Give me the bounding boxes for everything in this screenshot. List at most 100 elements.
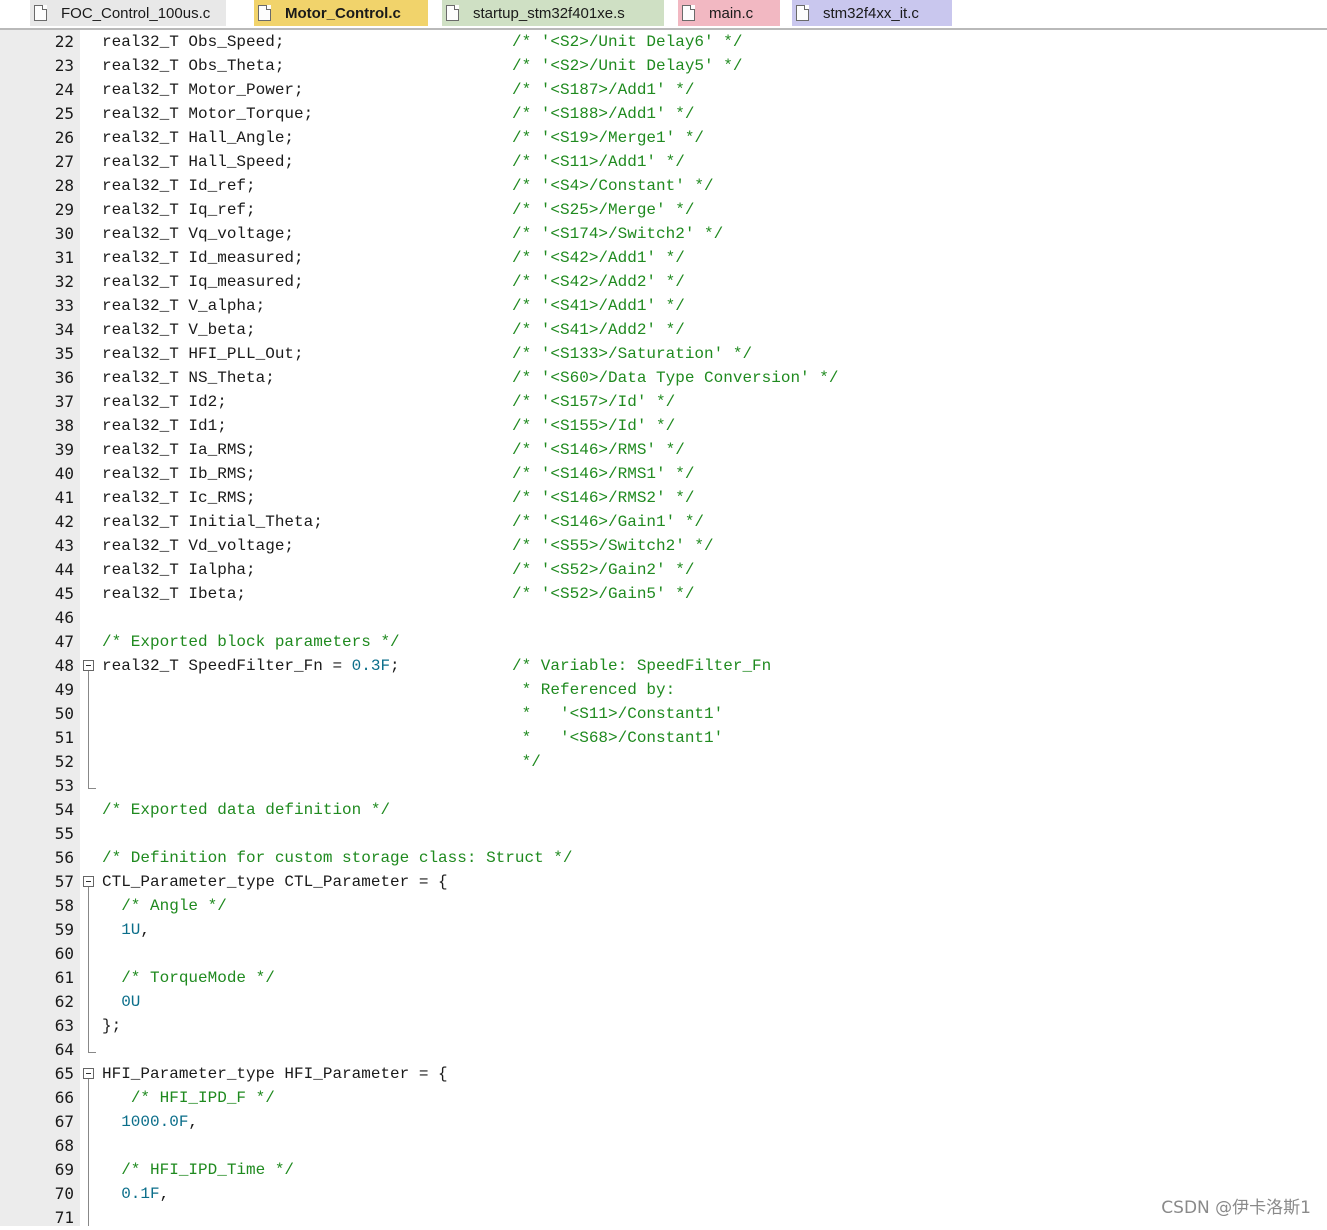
code-line[interactable]: 39 real32_T Ia_RMS; /* '<S146>/RMS' */ — [0, 438, 1327, 462]
code-line[interactable]: 70 0.1F, — [0, 1182, 1327, 1206]
code-line[interactable]: 42 real32_T Initial_Theta; /* '<S146>/Gain… — [0, 510, 1327, 534]
code-token: real32_T Vd_voltage; — [102, 537, 295, 555]
code-line[interactable]: 31 real32_T Id_measured; /* '<S42>/Add1' *… — [0, 246, 1327, 270]
line-number: 38 — [54, 416, 74, 435]
fold-line — [88, 1079, 89, 1226]
code-line[interactable]: 28 real32_T Id_ref; /* '<S4>/Constant' */ — [0, 174, 1327, 198]
code-line[interactable]: 33 real32_T V_alpha; /* '<S41>/Add1' */ — [0, 294, 1327, 318]
code-line[interactable]: 55 — [0, 822, 1327, 846]
code-line[interactable]: 38 real32_T Id1; /* '<S155>/Id' */ — [0, 414, 1327, 438]
inline-comment: /* Definition for custom storage class: … — [102, 849, 573, 867]
code-line[interactable]: 52 */ — [0, 750, 1327, 774]
code-line[interactable]: 61 /* TorqueMode */ — [0, 966, 1327, 990]
code-line[interactable]: 66 /* HFI_IPD_F */ — [0, 1086, 1327, 1110]
tab-main[interactable]: main.c — [678, 0, 780, 26]
inline-comment: /* HFI_IPD_Time */ — [121, 1161, 295, 1179]
code-token: real32_T Obs_Speed; — [102, 33, 285, 51]
code-line[interactable]: 54 /* Exported data definition */ — [0, 798, 1327, 822]
code-text: real32_T Id_measured; — [102, 246, 304, 270]
code-line[interactable]: 67 1000.0F, — [0, 1110, 1327, 1134]
code-token: real32_T Id_measured; — [102, 249, 304, 267]
code-text: real32_T V_beta; — [102, 318, 256, 342]
code-text: real32_T Initial_Theta; — [102, 510, 323, 534]
trailing-comment: * '<S11>/Constant1' — [512, 705, 724, 723]
code-token: real32_T Iq_ref; — [102, 201, 256, 219]
line-number: 39 — [54, 440, 74, 459]
code-text: real32_T Obs_Theta; — [102, 54, 284, 78]
code-line[interactable]: 40 real32_T Ib_RMS; /* '<S146>/RMS1' */ — [0, 462, 1327, 486]
code-line[interactable]: 35 real32_T HFI_PLL_Out; /* '<S133>/Satura… — [0, 342, 1327, 366]
code-line[interactable]: 26 real32_T Hall_Angle; /* '<S19>/Merge1' … — [0, 126, 1327, 150]
fold-collapse-icon[interactable] — [83, 660, 94, 671]
trailing-comment: /* '<S42>/Add2' */ — [512, 273, 685, 291]
code-token: }; — [102, 1017, 122, 1035]
code-line[interactable]: 71 — [0, 1206, 1327, 1230]
tab-motor-control[interactable]: Motor_Control.c — [254, 0, 428, 26]
code-token: real32_T Motor_Torque; — [102, 105, 314, 123]
trailing-comment: /* '<S155>/Id' */ — [512, 417, 676, 435]
code-text: /* HFI_IPD_F */ — [102, 1086, 275, 1110]
trailing-comment: /* '<S52>/Gain2' */ — [512, 561, 695, 579]
code-token: real32_T Initial_Theta; — [102, 513, 323, 531]
code-line[interactable]: 69 /* HFI_IPD_Time */ — [0, 1158, 1327, 1182]
code-line[interactable]: 58 /* Angle */ — [0, 894, 1327, 918]
file-icon — [796, 5, 809, 21]
code-line[interactable]: 44 real32_T Ialpha; /* '<S52>/Gain2' */ — [0, 558, 1327, 582]
line-number: 44 — [54, 560, 74, 579]
code-line[interactable]: 63}; — [0, 1014, 1327, 1038]
code-line[interactable]: 49 * Referenced by: — [0, 678, 1327, 702]
code-line[interactable]: 34 real32_T V_beta; /* '<S41>/Add2' */ — [0, 318, 1327, 342]
code-line[interactable]: 47 /* Exported block parameters */ — [0, 630, 1327, 654]
code-text: real32_T HFI_PLL_Out; — [102, 342, 304, 366]
code-line[interactable]: 24 real32_T Motor_Power; /* '<S187>/Add1' … — [0, 78, 1327, 102]
code-line[interactable]: 36 real32_T NS_Theta; /* '<S60>/Data Type … — [0, 366, 1327, 390]
code-line[interactable]: 43 real32_T Vd_voltage; /* '<S55>/Switch2'… — [0, 534, 1327, 558]
tab-stm32f4xx-it[interactable]: stm32f4xx_it.c — [792, 0, 952, 26]
code-line[interactable]: 48 real32_T SpeedFilter_Fn = 0.3F; /* Vari… — [0, 654, 1327, 678]
code-line[interactable]: 64 — [0, 1038, 1327, 1062]
code-line[interactable]: 60 — [0, 942, 1327, 966]
line-number: 50 — [54, 704, 74, 723]
code-line[interactable]: 59 1U, — [0, 918, 1327, 942]
fold-collapse-icon[interactable] — [83, 1068, 94, 1079]
code-token: real32_T Ialpha; — [102, 561, 256, 579]
line-number: 49 — [54, 680, 74, 699]
code-line[interactable]: 51 * '<S68>/Constant1' — [0, 726, 1327, 750]
code-line[interactable]: 22 real32_T Obs_Speed; /* '<S2>/Unit Delay… — [0, 30, 1327, 54]
line-number: 22 — [54, 32, 74, 51]
code-line[interactable]: 27 real32_T Hall_Speed; /* '<S11>/Add1' */ — [0, 150, 1327, 174]
code-line[interactable]: 23 real32_T Obs_Theta; /* '<S2>/Unit Delay… — [0, 54, 1327, 78]
code-line[interactable]: 45 real32_T Ibeta; /* '<S52>/Gain5' */ — [0, 582, 1327, 606]
code-editor[interactable]: 22 real32_T Obs_Speed; /* '<S2>/Unit Delay… — [0, 30, 1327, 1227]
fold-collapse-icon[interactable] — [83, 876, 94, 887]
code-line[interactable]: 68 — [0, 1134, 1327, 1158]
tab-foc-control[interactable]: FOC_Control_100us.c — [30, 0, 226, 26]
code-line[interactable]: 30 real32_T Vq_voltage; /* '<S174>/Switch2… — [0, 222, 1327, 246]
trailing-comment: /* '<S19>/Merge1' */ — [512, 129, 705, 147]
code-line[interactable]: 29 real32_T Iq_ref; /* '<S25>/Merge' */ — [0, 198, 1327, 222]
code-line[interactable]: 37 real32_T Id2; /* '<S157>/Id' */ — [0, 390, 1327, 414]
line-number: 71 — [54, 1208, 74, 1227]
line-number: 56 — [54, 848, 74, 867]
code-line[interactable]: 25 real32_T Motor_Torque; /* '<S188>/Add1'… — [0, 102, 1327, 126]
line-number: 37 — [54, 392, 74, 411]
code-line[interactable]: 62 0U — [0, 990, 1327, 1014]
code-line[interactable]: 32 real32_T Iq_measured; /* '<S42>/Add2' *… — [0, 270, 1327, 294]
tab-startup[interactable]: startup_stm32f401xe.s — [442, 0, 664, 26]
tab-label: startup_stm32f401xe.s — [473, 4, 625, 22]
code-token: , — [159, 1185, 170, 1203]
line-number: 48 — [54, 656, 74, 675]
code-token: real32_T Id1; — [102, 417, 227, 435]
code-line[interactable]: 57 CTL_Parameter_type CTL_Parameter = { — [0, 870, 1327, 894]
code-line[interactable]: 46 — [0, 606, 1327, 630]
code-line[interactable]: 56 /* Definition for custom storage class… — [0, 846, 1327, 870]
code-line[interactable]: 50 * '<S11>/Constant1' — [0, 702, 1327, 726]
line-number: 67 — [54, 1112, 74, 1131]
code-line[interactable]: 53 — [0, 774, 1327, 798]
code-line[interactable]: 65 HFI_Parameter_type HFI_Parameter = { — [0, 1062, 1327, 1086]
code-token: real32_T Id_ref; — [102, 177, 256, 195]
code-line[interactable]: 41 real32_T Ic_RMS; /* '<S146>/RMS2' */ — [0, 486, 1327, 510]
